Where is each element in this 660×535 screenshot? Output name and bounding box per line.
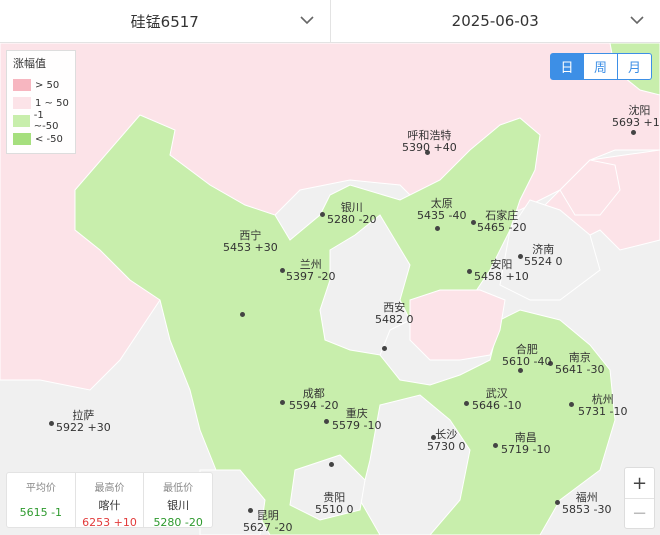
stat-label: 平均价	[25, 483, 56, 494]
city-label: 银川 5280 -20	[327, 201, 377, 226]
stat-average: 平均价 5615 -1	[7, 473, 75, 527]
city-dot[interactable]	[280, 400, 285, 405]
city-label: 福州 5853 -30	[562, 491, 612, 516]
stat-city: 喀什	[98, 499, 121, 512]
chevron-down-icon	[630, 16, 644, 25]
stat-label: 最高价	[94, 483, 125, 494]
city-dot[interactable]	[382, 346, 387, 351]
city-dot[interactable]	[467, 269, 472, 274]
city-label: 沈阳5693 +10	[612, 104, 660, 129]
stat-max: 最高价 喀什 6253 +10	[74, 473, 144, 529]
legend: 涨幅值 > 50 1 ~ 50 -1 ~-50 < -50	[6, 50, 76, 154]
legend-title: 涨幅值	[13, 57, 46, 70]
chevron-down-icon	[299, 16, 314, 25]
stat-label: 最低价	[163, 483, 194, 494]
city-label: 西安 5482 0	[375, 301, 414, 326]
city-dot[interactable]	[329, 462, 334, 467]
legend-swatch	[13, 115, 30, 127]
city-dot[interactable]	[49, 421, 54, 426]
city-dot[interactable]	[324, 419, 329, 424]
zoom-control: + −	[624, 467, 655, 529]
china-price-map[interactable]: 沈阳5693 +10 呼和浩特5390 +40 银川5280 -20 太原543…	[0, 43, 660, 535]
zoom-in-button[interactable]: +	[625, 468, 654, 498]
city-dot[interactable]	[471, 220, 476, 225]
stat-value: 6253 +10	[82, 516, 137, 529]
city-label: 合肥 5610 -40	[502, 343, 552, 368]
city-dot[interactable]	[518, 368, 523, 373]
stat-city: 银川	[167, 499, 190, 512]
city-dot[interactable]	[464, 401, 469, 406]
city-label: 武汉 5646 -10	[472, 387, 522, 412]
tab-week[interactable]: 周	[584, 53, 618, 80]
city-label: 太原 5435 -40	[417, 197, 467, 222]
tab-month[interactable]: 月	[618, 53, 652, 80]
date-value: 2025-06-03	[451, 12, 539, 30]
legend-swatch	[13, 97, 31, 109]
city-label: 石家庄 5465 -20	[477, 209, 527, 234]
city-label: 济南 5524 0	[524, 243, 563, 268]
city-label: 拉萨 5922 +30	[56, 409, 111, 434]
date-selector[interactable]: 2025-06-03	[329, 0, 660, 42]
city-label: 长沙 5730 0	[427, 428, 466, 453]
city-label: 南京 5641 -30	[555, 351, 605, 376]
stat-value: 5280 -20	[153, 516, 203, 529]
region-henan-pink	[409, 289, 506, 361]
city-label: 呼和浩特 5390 +40	[402, 129, 457, 154]
city-dot[interactable]	[493, 443, 498, 448]
city-label: 兰州 5397 -20	[286, 258, 336, 283]
city-label: 贵阳 5510 0	[315, 491, 354, 516]
product-name: 硅锰6517	[130, 12, 199, 31]
city-label: 安阳 5458 +10	[474, 258, 529, 283]
legend-item: > 50	[13, 76, 69, 94]
city-label: 杭州 5731 -10	[578, 393, 628, 418]
price-stats-panel: 平均价 5615 -1 最高价 喀什 6253 +10 最低价 银川 5280 …	[6, 472, 213, 529]
product-selector[interactable]: 硅锰6517	[0, 0, 330, 42]
city-dot[interactable]	[555, 500, 560, 505]
stat-value: 5615 -1	[19, 506, 63, 519]
legend-item: -1 ~-50	[13, 110, 69, 132]
city-dot[interactable]	[280, 268, 285, 273]
city-dot[interactable]	[631, 130, 636, 135]
zoom-out-button[interactable]: −	[625, 498, 654, 528]
city-dot[interactable]	[240, 312, 245, 317]
city-dot[interactable]	[569, 402, 574, 407]
tab-day[interactable]: 日	[550, 53, 584, 80]
top-bar: 硅锰6517 2025-06-03	[0, 0, 660, 43]
period-tabs: 日 周 月	[550, 53, 652, 80]
city-label: 南昌 5719 -10	[501, 431, 551, 456]
city-label: 西宁 5453 +30	[223, 229, 278, 254]
city-label: 重庆 5579 -10	[332, 407, 382, 432]
stat-min: 最低价 银川 5280 -20	[143, 473, 212, 529]
city-dot[interactable]	[320, 212, 325, 217]
legend-swatch	[13, 79, 31, 91]
legend-item: < -50	[13, 130, 69, 148]
legend-swatch	[13, 133, 31, 145]
city-dot[interactable]	[435, 226, 440, 231]
city-label: 昆明 5627 -20	[243, 509, 293, 534]
